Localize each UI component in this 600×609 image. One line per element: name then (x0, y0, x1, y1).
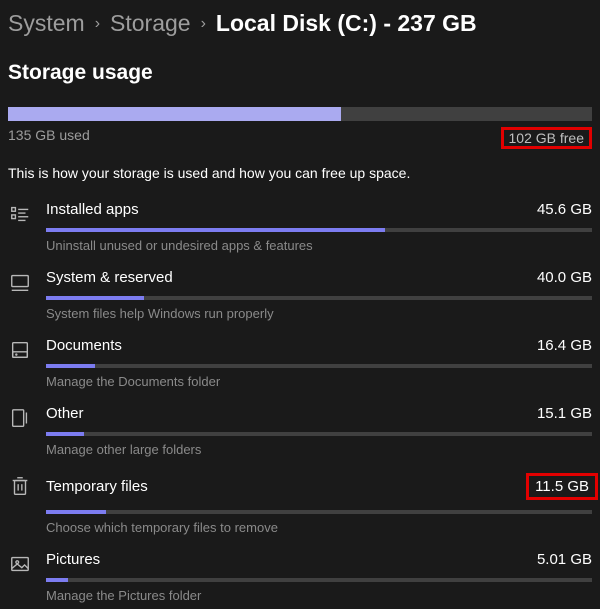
storage-usage-labels: 135 GB used 102 GB free (0, 121, 600, 149)
installed-apps-icon (8, 201, 32, 253)
category-desc: Manage the Pictures folder (46, 588, 592, 603)
temporary-files-icon (8, 473, 32, 535)
storage-usage-bar (8, 107, 592, 121)
category-list: Installed apps 45.6 GB Uninstall unused o… (0, 191, 600, 609)
category-size: 5.01 GB (537, 551, 592, 568)
storage-usage-fill (8, 107, 341, 121)
used-label: 135 GB used (8, 127, 90, 149)
category-desc: Manage the Documents folder (46, 374, 592, 389)
chevron-right-icon: › (201, 15, 206, 33)
category-name: Pictures (46, 551, 100, 568)
chevron-right-icon: › (95, 15, 100, 33)
other-icon (8, 405, 32, 457)
pictures-icon (8, 551, 32, 603)
category-bar (46, 510, 592, 514)
category-name: Installed apps (46, 201, 139, 218)
category-bar (46, 296, 592, 300)
system-reserved-icon (8, 269, 32, 321)
category-size: 11.5 GB (526, 473, 598, 500)
category-size: 40.0 GB (537, 269, 592, 286)
category-bar (46, 432, 592, 436)
breadcrumb-storage[interactable]: Storage (110, 10, 191, 37)
breadcrumb-system[interactable]: System (8, 10, 85, 37)
category-pictures[interactable]: Pictures 5.01 GB Manage the Pictures fold… (8, 541, 592, 609)
category-size: 16.4 GB (537, 337, 592, 354)
free-label: 102 GB free (501, 127, 593, 149)
category-name: Temporary files (46, 478, 148, 495)
documents-icon (8, 337, 32, 389)
category-other[interactable]: Other 15.1 GB Manage other large folders (8, 395, 592, 463)
category-name: Documents (46, 337, 122, 354)
category-desc: Uninstall unused or undesired apps & fea… (46, 238, 592, 253)
category-documents[interactable]: Documents 16.4 GB Manage the Documents fo… (8, 327, 592, 395)
breadcrumb-current: Local Disk (C:) - 237 GB (216, 10, 477, 37)
category-desc: Choose which temporary files to remove (46, 520, 592, 535)
category-size: 45.6 GB (537, 201, 592, 218)
category-desc: Manage other large folders (46, 442, 592, 457)
category-desc: System files help Windows run properly (46, 306, 592, 321)
category-bar (46, 228, 592, 232)
category-bar (46, 364, 592, 368)
category-name: System & reserved (46, 269, 173, 286)
storage-hint: This is how your storage is used and how… (0, 149, 600, 191)
category-installed-apps[interactable]: Installed apps 45.6 GB Uninstall unused o… (8, 191, 592, 259)
category-name: Other (46, 405, 84, 422)
section-title: Storage usage (0, 37, 600, 97)
breadcrumb: System › Storage › Local Disk (C:) - 237… (0, 0, 600, 37)
category-bar (46, 578, 592, 582)
category-size: 15.1 GB (537, 405, 592, 422)
category-temporary-files[interactable]: Temporary files11.5 GB Choose which temp… (8, 463, 592, 541)
category-system-reserved[interactable]: System & reserved 40.0 GB System files he… (8, 259, 592, 327)
